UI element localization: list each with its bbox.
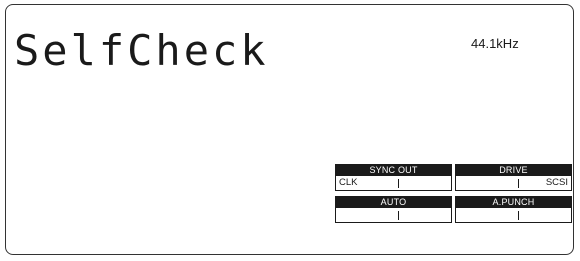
auto-punch-divider xyxy=(518,211,520,220)
drive-box: DRIVE SCSI xyxy=(455,164,572,191)
sync-out-value: CLK xyxy=(339,177,358,188)
sync-out-body: CLK xyxy=(336,176,451,190)
sync-out-label: SYNC OUT xyxy=(336,165,451,176)
auto-box: AUTO xyxy=(335,196,452,223)
auto-punch-box: A.PUNCH xyxy=(455,196,572,223)
drive-divider xyxy=(518,179,520,188)
drive-value: SCSI xyxy=(545,177,568,188)
auto-body xyxy=(336,208,451,222)
drive-label: DRIVE xyxy=(456,165,571,176)
sync-out-divider xyxy=(398,179,400,188)
sample-rate-indicator: 44.1kHz xyxy=(471,36,519,51)
auto-punch-body xyxy=(456,208,571,222)
auto-divider xyxy=(398,211,400,220)
main-display-text: SelfCheck xyxy=(14,26,269,75)
auto-label: AUTO xyxy=(336,197,451,208)
drive-body: SCSI xyxy=(456,176,571,190)
sync-out-box: SYNC OUT CLK xyxy=(335,164,452,191)
auto-punch-label: A.PUNCH xyxy=(456,197,571,208)
